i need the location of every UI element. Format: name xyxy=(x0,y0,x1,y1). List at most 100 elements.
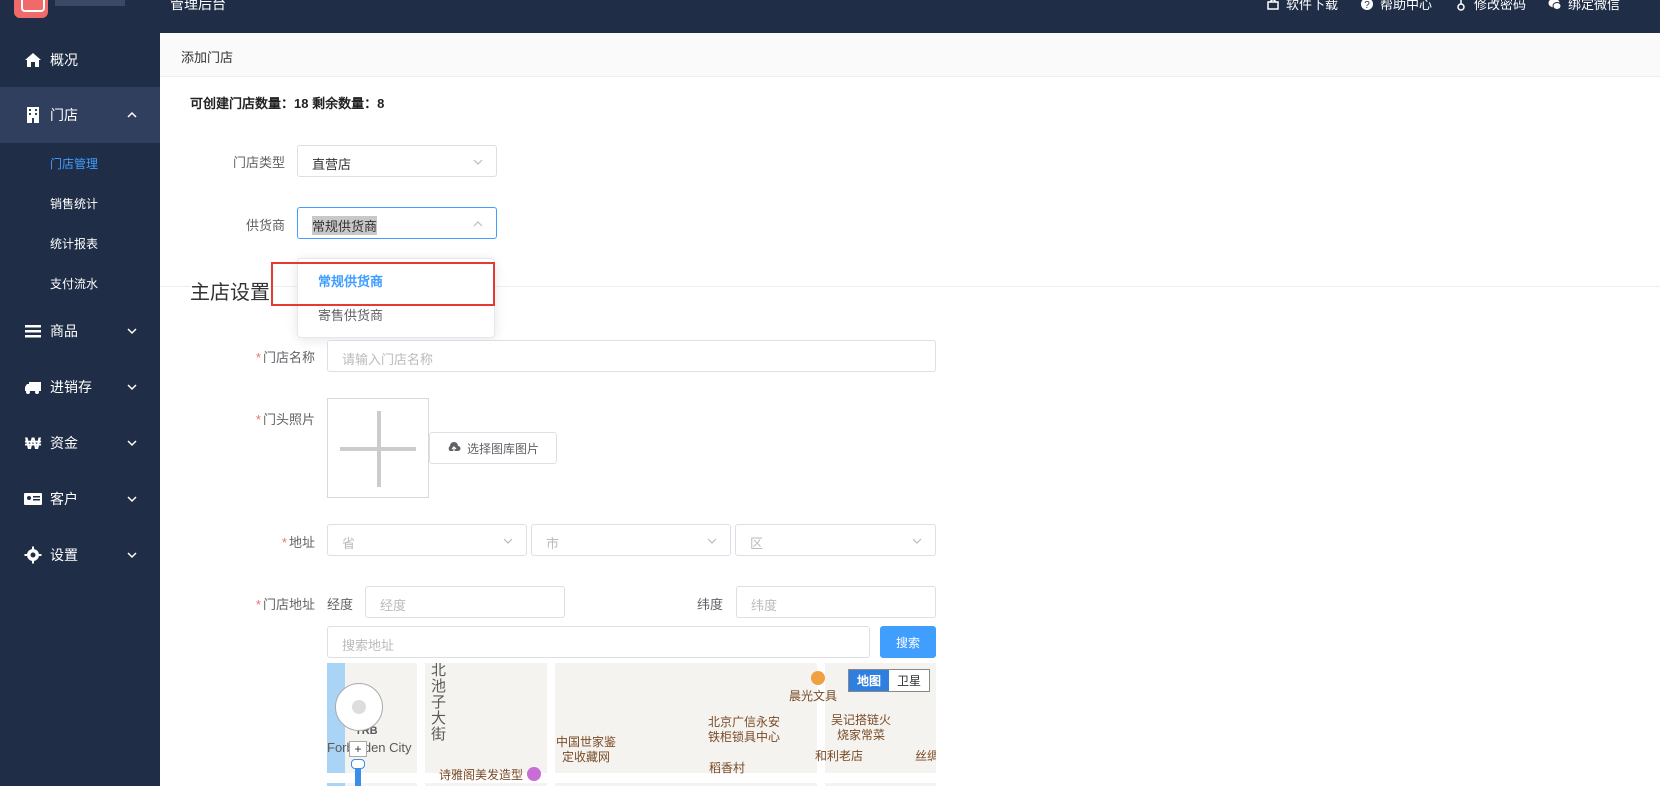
map-road xyxy=(417,663,425,786)
truck-icon xyxy=(25,382,41,394)
map-pan-control[interactable] xyxy=(335,683,383,731)
breadcrumb: 添加门店 xyxy=(160,33,1660,77)
map-road xyxy=(547,663,555,786)
sidebar-item-overview[interactable]: 概况 xyxy=(0,33,160,87)
help-link[interactable]: ? 帮助中心 xyxy=(1360,0,1432,13)
store-name-placeholder: 请输入门店名称 xyxy=(342,352,434,367)
map-poi-heli: 和利老店 xyxy=(815,749,864,763)
supplier-value: 常规供货商 xyxy=(312,216,378,235)
map-poi-daoxiang: 稻香村 xyxy=(709,761,746,775)
map-pin-icon xyxy=(811,671,825,685)
address-label-text: 地址 xyxy=(288,535,315,550)
supplier-select[interactable]: 常规供货商 xyxy=(297,207,497,239)
map-pin-icon xyxy=(527,767,541,781)
chevron-down-icon xyxy=(473,159,483,165)
store-quota: 可创建门店数量：18 剩余数量：8 xyxy=(190,96,385,111)
map-type-satellite[interactable]: 卫星 xyxy=(889,670,929,691)
store-name-input[interactable]: 请输入门店名称 xyxy=(327,340,936,372)
chevron-up-icon xyxy=(473,221,483,227)
longitude-input[interactable]: 经度 xyxy=(365,586,565,618)
district-select[interactable]: 区 xyxy=(735,524,936,556)
sidebar-item-store[interactable]: 门店 xyxy=(0,87,160,143)
download-link[interactable]: 软件下载 xyxy=(1266,0,1338,13)
map-poi-wuji: 吴记搭链火烧家常菜 xyxy=(830,713,891,742)
map[interactable]: 北池子大街 TRB Forbidden City 诗雅阁美发造型 中国世家鉴定收… xyxy=(327,663,936,786)
sidebar-item-funds[interactable]: ₩ 资金 xyxy=(0,415,160,471)
download-link-label: 软件下载 xyxy=(1285,0,1338,12)
chevron-down-icon xyxy=(127,440,137,447)
logo-subtitle xyxy=(55,0,125,6)
photo-label-text: 门头照片 xyxy=(262,412,315,427)
photo-upload[interactable] xyxy=(327,398,429,498)
sidebar-subitem-reports[interactable]: 统计报表 xyxy=(0,223,160,263)
bind-wechat-label: 绑定微信 xyxy=(1567,0,1620,12)
province-select[interactable]: 省 xyxy=(327,524,527,556)
sidebar-item-label: 商品 xyxy=(50,323,78,339)
sidebar: 概况 门店 门店管理 销售统计 统计报表 支付流水 商品 进销存 ₩ 资金 客户… xyxy=(0,33,160,786)
chevron-down-icon xyxy=(912,538,922,544)
sidebar-subitem-payment-flow[interactable]: 支付流水 xyxy=(0,263,160,303)
bind-wechat-link[interactable]: 绑定微信 xyxy=(1548,0,1620,13)
top-bar: 管理后台 软件下载 ? 帮助中心 修改密码 绑定微信 xyxy=(0,0,1660,33)
latitude-label: 纬度 xyxy=(697,597,724,612)
search-button[interactable]: 搜索 xyxy=(880,626,936,658)
sidebar-item-label: 门店 xyxy=(50,107,78,123)
change-password-label: 修改密码 xyxy=(1473,0,1526,12)
latitude-input[interactable]: 纬度 xyxy=(736,586,936,618)
pick-image-button[interactable]: 选择图库图片 xyxy=(429,432,557,464)
chevron-down-icon xyxy=(503,538,513,544)
sidebar-item-label: 资金 xyxy=(50,435,78,451)
help-icon: ? xyxy=(1360,0,1373,11)
sidebar-item-label: 设置 xyxy=(50,547,78,563)
city-placeholder: 市 xyxy=(546,536,560,551)
map-poi-xinyong: 北京广信永安铁柜锁具中心 xyxy=(707,715,780,744)
sidebar-item-label: 进销存 xyxy=(50,379,92,395)
map-road xyxy=(327,773,936,783)
search-address-placeholder: 搜索地址 xyxy=(342,638,395,653)
logo xyxy=(14,0,48,18)
sidebar-item-inventory[interactable]: 进销存 xyxy=(0,359,160,415)
store-type-label: 门店类型 xyxy=(232,155,285,170)
sidebar-item-label: 概况 xyxy=(50,52,78,68)
chevron-down-icon xyxy=(127,384,137,391)
longitude-label: 经度 xyxy=(327,597,354,612)
svg-text:?: ? xyxy=(1364,0,1370,11)
map-type-map[interactable]: 地图 xyxy=(848,670,889,691)
id-card-icon xyxy=(24,493,42,505)
chevron-down-icon xyxy=(707,538,717,544)
store-type-value: 直营店 xyxy=(312,157,352,172)
sidebar-item-label: 客户 xyxy=(50,491,78,507)
app-title: 管理后台 xyxy=(170,0,226,12)
district-placeholder: 区 xyxy=(750,536,764,551)
sidebar-item-customers[interactable]: 客户 xyxy=(0,471,160,527)
supplier-label: 供货商 xyxy=(245,218,285,233)
store-type-select[interactable]: 直营店 xyxy=(297,145,497,177)
city-select[interactable]: 市 xyxy=(531,524,731,556)
key-icon xyxy=(1457,0,1465,11)
map-poi-si: 丝绸 xyxy=(915,749,936,763)
chevron-down-icon xyxy=(127,552,137,559)
sidebar-item-settings[interactable]: 设置 xyxy=(0,527,160,583)
map-zoom-in-button[interactable]: + xyxy=(349,741,367,757)
help-link-label: 帮助中心 xyxy=(1379,0,1432,12)
chevron-down-icon xyxy=(127,328,137,335)
download-icon xyxy=(1267,0,1279,10)
location-label: * 门店地址 xyxy=(255,597,315,612)
map-poi-museum: 中国世家鉴定收藏网 xyxy=(555,735,616,764)
change-password-link[interactable]: 修改密码 xyxy=(1454,0,1526,13)
list-icon xyxy=(25,325,41,338)
map-zoom-thumb[interactable] xyxy=(351,759,365,769)
sidebar-subitem-store-management[interactable]: 门店管理 xyxy=(0,143,160,183)
sidebar-subitem-sales-stats[interactable]: 销售统计 xyxy=(0,183,160,223)
cloud-upload-icon xyxy=(448,442,461,451)
chevron-down-icon xyxy=(127,496,137,503)
pick-image-label: 选择图库图片 xyxy=(466,441,539,456)
search-address-input[interactable]: 搜索地址 xyxy=(327,626,870,658)
won-icon: ₩ xyxy=(25,434,42,452)
map-poi-chenguang: 晨光文具 xyxy=(789,689,838,703)
section-title: 主店设置 xyxy=(190,276,270,305)
sidebar-item-goods[interactable]: 商品 xyxy=(0,303,160,359)
chevron-up-icon xyxy=(127,111,137,118)
location-label-text: 门店地址 xyxy=(262,597,315,612)
building-icon xyxy=(27,107,39,123)
